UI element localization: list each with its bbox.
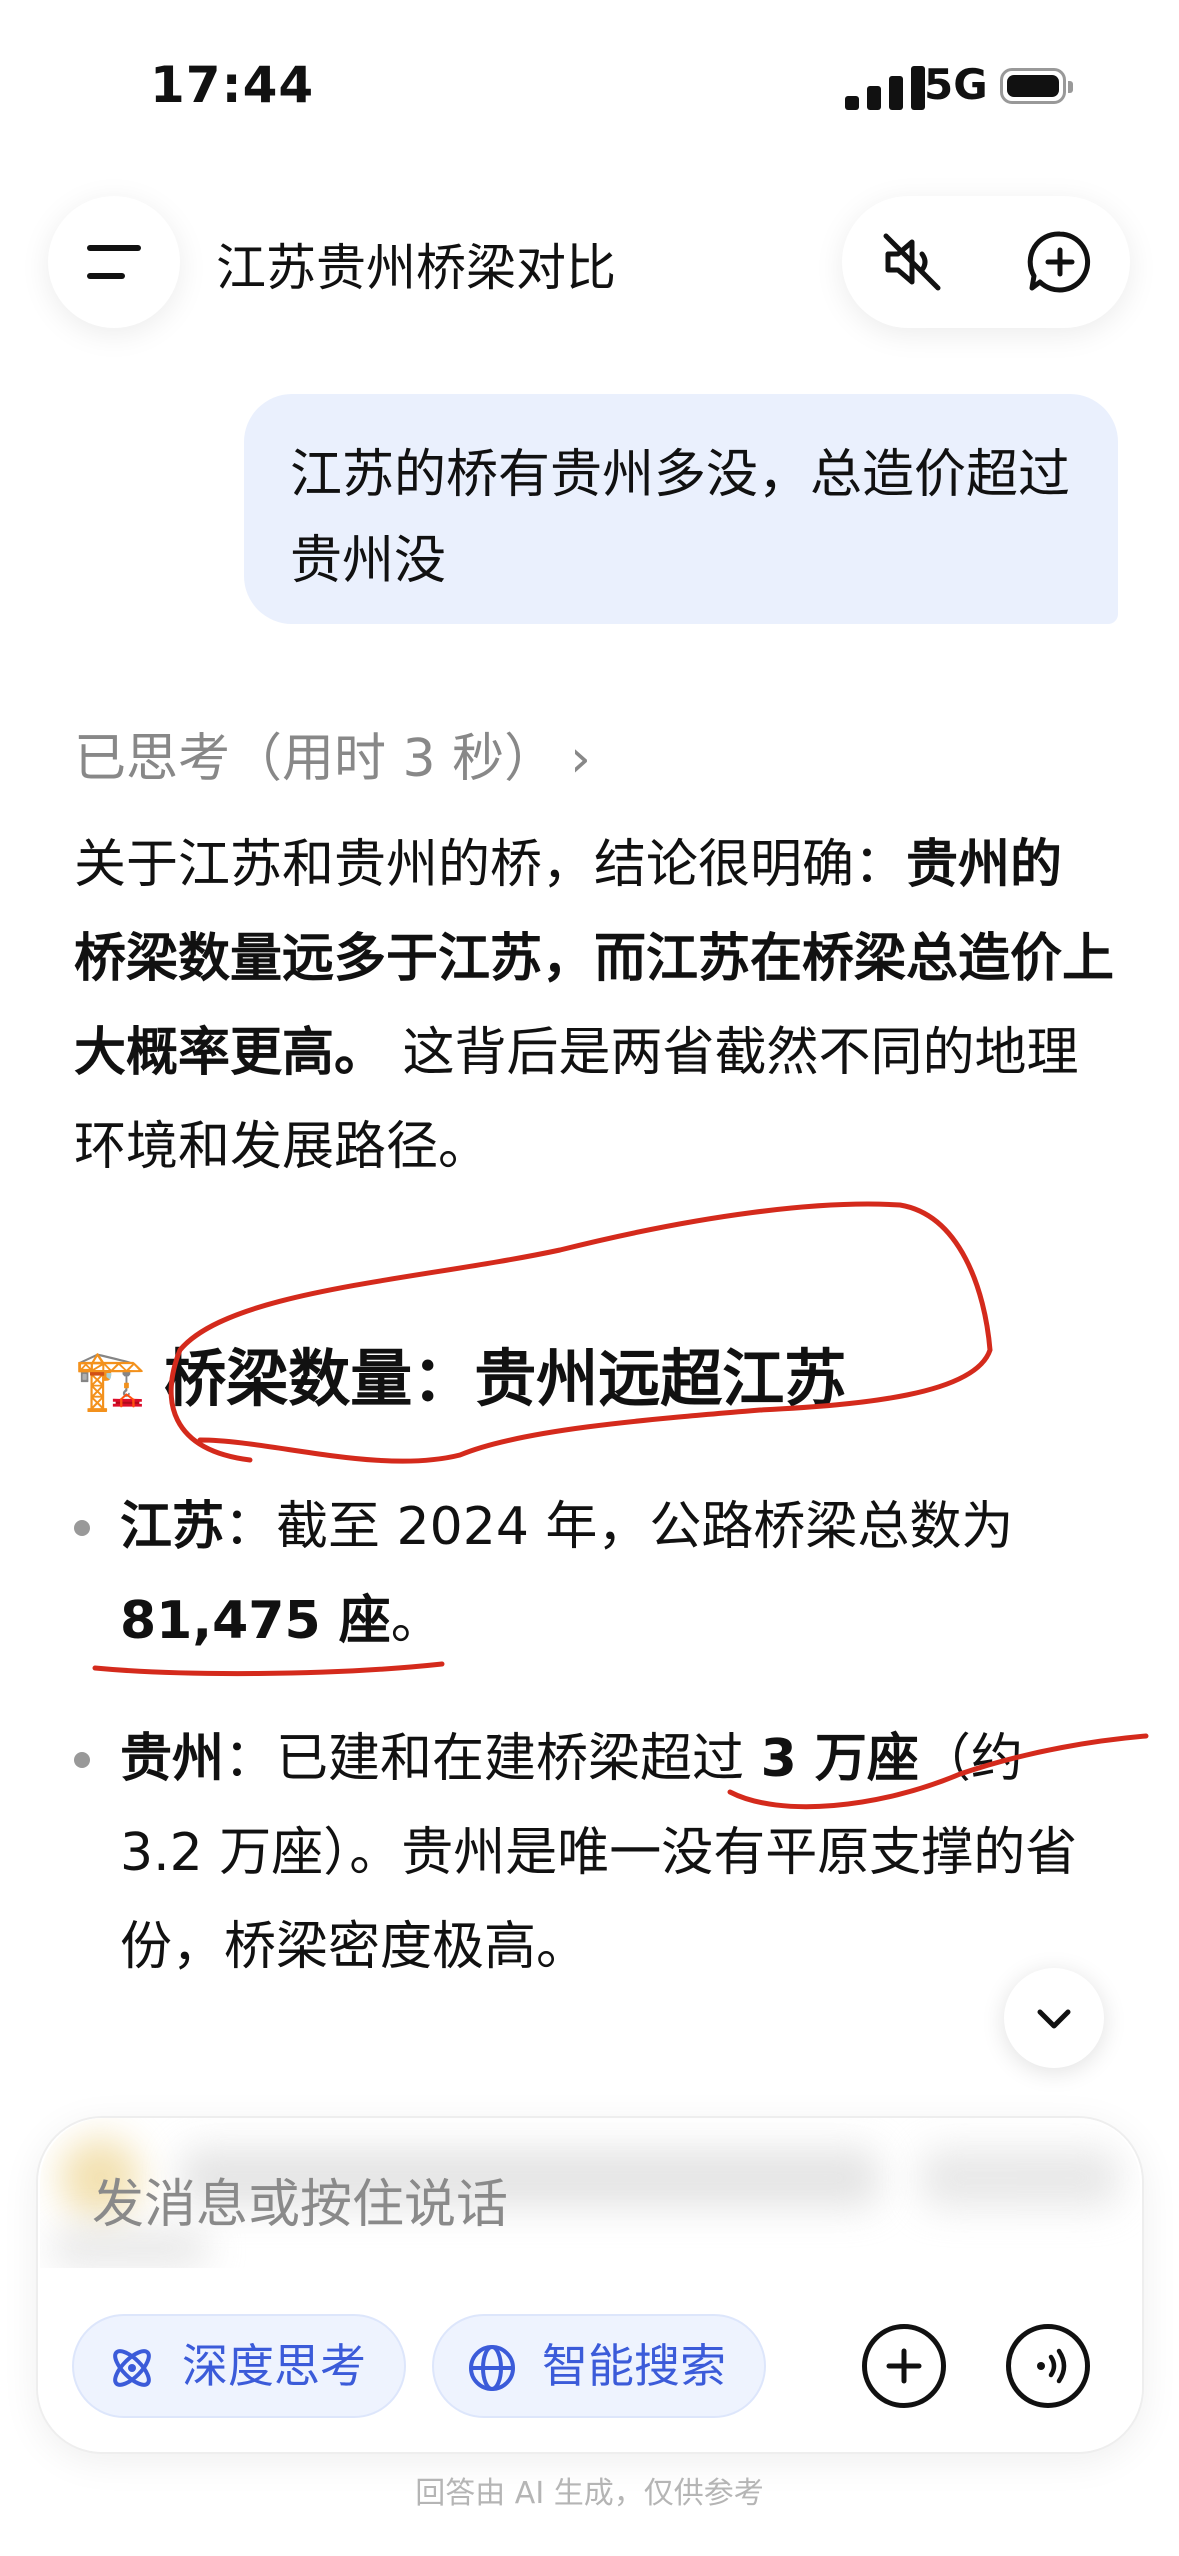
section-heading: 🏗️ 桥梁数量：贵州远超江苏 [74, 1328, 846, 1418]
page-title: 江苏贵州桥梁对比 [216, 239, 616, 297]
bullet-text: 已建和在建桥梁超过 [276, 1729, 761, 1789]
voice-wave-icon [1037, 2348, 1067, 2384]
signal-icon [845, 66, 929, 110]
crane-icon: 🏗️ [74, 1346, 147, 1414]
menu-icon [87, 245, 141, 279]
smart-search-button[interactable]: 智能搜索 [432, 2314, 766, 2418]
globe-icon [469, 2345, 515, 2391]
list-item: 贵州：已建和在建桥梁超过 3 万座（约 3.2 万座）。贵州是唯一没有平原支撑的… [74, 1712, 1094, 1994]
chevron-right-icon: › [570, 729, 591, 789]
bullet-text-end: 。 [390, 1591, 443, 1651]
bullet-dot [74, 1520, 90, 1536]
header-actions [842, 196, 1130, 328]
scroll-down-button[interactable] [1004, 1968, 1104, 2068]
atom-icon [113, 2349, 151, 2387]
message-input[interactable]: 发消息或按住说话 [92, 2162, 508, 2237]
heading-text: 桥梁数量：贵州远超江苏 [164, 1342, 847, 1415]
bullet-sep: ： [224, 1729, 277, 1789]
plus-icon [886, 2348, 922, 2384]
bullet-name: 贵州 [120, 1729, 225, 1789]
deep-think-label: 深度思考 [182, 2339, 366, 2393]
smart-search-label: 智能搜索 [542, 2339, 726, 2393]
battery-icon [1000, 68, 1073, 104]
network-label: 5G [924, 60, 988, 109]
ai-disclaimer: 回答由 AI 生成，仅供参考 [415, 2476, 764, 2511]
thinking-label: 已思考（用时 3 秒） [74, 729, 557, 789]
add-attachment-button[interactable] [862, 2324, 946, 2408]
deep-think-button[interactable]: 深度思考 [72, 2314, 406, 2418]
list-item: 江苏：截至 2024 年，公路桥梁总数为 81,475 座。 [74, 1480, 1094, 1668]
chevron-down-icon [1037, 2009, 1071, 2029]
bullet-figure: 3 万座 [760, 1729, 919, 1789]
intro-text: 关于江苏和贵州的桥，结论很明确： [74, 835, 907, 895]
user-message-bubble: 江苏的桥有贵州多没，总造价超过贵州没 [244, 394, 1118, 624]
bullet-name: 江苏 [120, 1497, 225, 1557]
bullet-dot [74, 1752, 90, 1768]
answer-intro: 关于江苏和贵州的桥，结论很明确：贵州的桥梁数量远多于江苏，而江苏在桥梁总造价上大… [74, 818, 1114, 1194]
voice-call-button[interactable] [1006, 2324, 1090, 2408]
menu-button[interactable] [48, 196, 180, 328]
status-time: 17:44 [150, 56, 315, 114]
bullet-figure: 81,475 座 [120, 1591, 391, 1651]
thinking-toggle[interactable]: 已思考（用时 3 秒） › [74, 716, 591, 791]
bullet-sep: ： [224, 1497, 277, 1557]
bullet-text: 截至 2024 年，公路桥梁总数为 [276, 1497, 1014, 1557]
mute-icon[interactable] [878, 228, 946, 296]
new-chat-icon[interactable] [1026, 228, 1094, 296]
